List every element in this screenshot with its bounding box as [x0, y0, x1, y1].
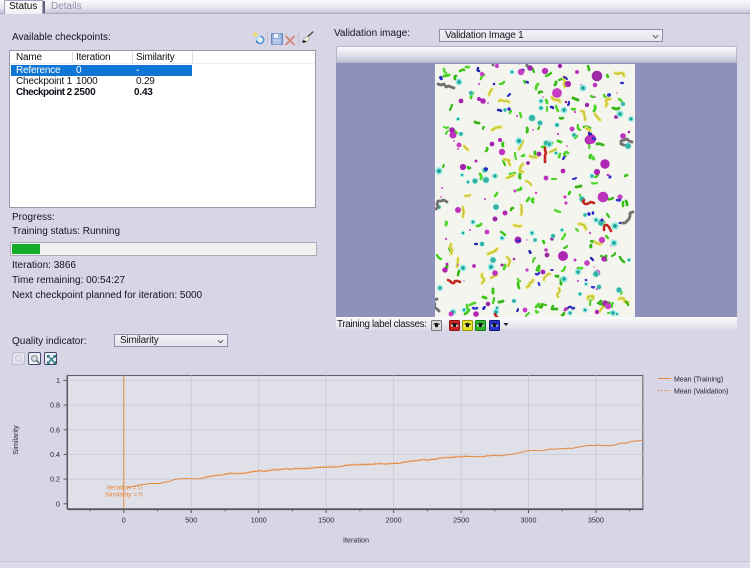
svg-text:2000: 2000 [386, 516, 402, 525]
svg-text:1000: 1000 [251, 516, 267, 525]
svg-text:0: 0 [122, 516, 126, 525]
svg-text:1: 1 [56, 376, 60, 385]
svg-text:0.8: 0.8 [50, 401, 60, 410]
svg-text:Iteration = 0: Iteration = 0 [107, 485, 142, 492]
svg-text:0: 0 [56, 499, 60, 508]
svg-text:Iteration: Iteration [343, 536, 369, 545]
svg-text:500: 500 [185, 516, 197, 525]
svg-text:Similarity: Similarity [11, 425, 20, 455]
svg-text:Mean (Validation): Mean (Validation) [674, 388, 728, 395]
svg-text:Similarity = 0: Similarity = 0 [105, 492, 143, 499]
svg-text:3500: 3500 [588, 516, 604, 525]
svg-text:1500: 1500 [318, 516, 334, 525]
svg-text:Mean (Training): Mean (Training) [674, 376, 723, 383]
svg-text:2500: 2500 [453, 516, 469, 525]
svg-text:0.6: 0.6 [50, 425, 60, 434]
svg-text:0.4: 0.4 [50, 450, 60, 459]
svg-text:0.2: 0.2 [50, 475, 60, 484]
svg-text:3000: 3000 [521, 516, 537, 525]
